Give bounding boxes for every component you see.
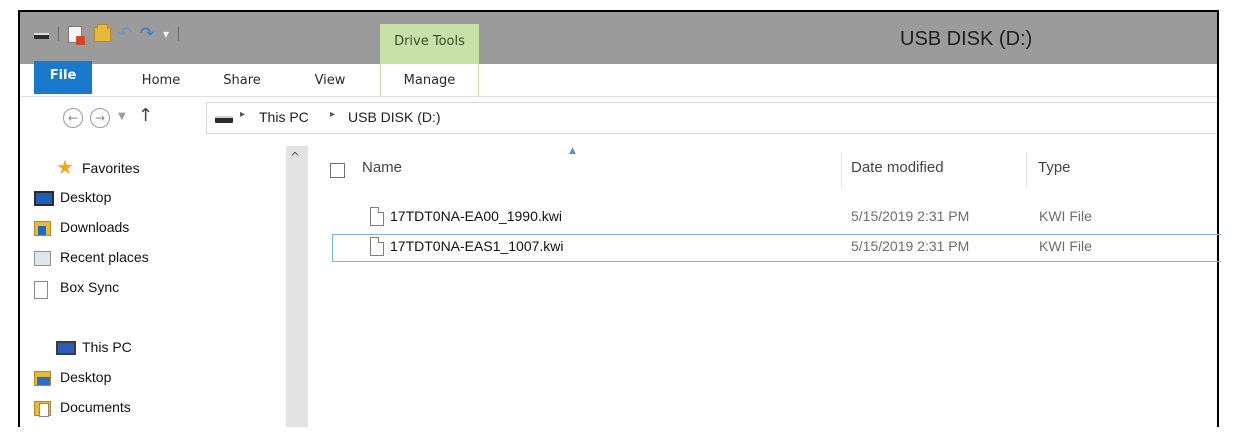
- window-title: USB DISK (D:): [900, 28, 1033, 50]
- drive-icon[interactable]: [34, 33, 49, 39]
- desktop-icon: [34, 191, 54, 206]
- column-divider[interactable]: [1026, 152, 1027, 188]
- breadcrumb-separator-icon[interactable]: ▸: [240, 109, 245, 120]
- toolbar-separator: [58, 27, 59, 41]
- customize-dropdown-icon[interactable]: ▾: [163, 27, 169, 41]
- sidebar-item-label: Desktop: [60, 369, 112, 385]
- sidebar-item-label: Desktop: [60, 189, 112, 205]
- sidebar-item-downloads[interactable]: Downloads: [34, 219, 130, 236]
- ribbon-tabs: File Home Share View Manage: [20, 61, 1217, 97]
- toolbar-separator: [178, 27, 180, 41]
- title-bar: ↶ ↷ ▾ Drive Tools USB DISK (D:): [20, 12, 1217, 64]
- sidebar-item-desktop[interactable]: Desktop: [34, 189, 112, 206]
- file-name[interactable]: 17TDT0NA-EA00_1990.kwi: [390, 208, 562, 224]
- sidebar-item-label: Favorites: [82, 160, 140, 176]
- sidebar-item-label: This PC: [82, 339, 132, 355]
- file-icon: [370, 207, 384, 226]
- back-button[interactable]: ←: [63, 108, 83, 128]
- column-divider[interactable]: [841, 152, 842, 188]
- desktop-folder-icon: [34, 371, 51, 386]
- select-all-checkbox[interactable]: [330, 163, 345, 178]
- column-header-row: Name ▲ Date modified Type: [320, 144, 1221, 188]
- properties-icon[interactable]: [68, 25, 85, 45]
- navigation-scrollbar[interactable]: ^: [286, 146, 308, 427]
- column-header-date-modified[interactable]: Date modified: [851, 159, 944, 176]
- contextual-tab-group: Drive Tools: [380, 24, 479, 64]
- navigation-bar: ← → ▼ ↑ ▸ This PC ▸ USB DISK (D:): [20, 98, 1217, 138]
- breadcrumb-this-pc[interactable]: This PC: [259, 109, 309, 125]
- drive-icon: [215, 116, 233, 123]
- file-name[interactable]: 17TDT0NA-EAS1_1007.kwi: [390, 238, 564, 254]
- sidebar-item-this-pc-desktop[interactable]: Desktop: [34, 369, 112, 386]
- sidebar-item-label: Downloads: [60, 219, 130, 235]
- tab-view[interactable]: View: [310, 64, 350, 97]
- tab-file[interactable]: File: [34, 61, 92, 94]
- address-bar[interactable]: ▸ This PC ▸ USB DISK (D:): [206, 102, 1217, 134]
- computer-icon: [56, 341, 76, 355]
- chevron-down-icon[interactable]: ▼: [118, 111, 126, 122]
- quick-access-toolbar: ↶ ↷ ▾: [34, 23, 182, 45]
- sidebar-item-this-pc[interactable]: This PC: [56, 339, 132, 355]
- file-list: Name ▲ Date modified Type 17TDT0NA-EA00_…: [320, 144, 1221, 427]
- sort-ascending-icon: ▲: [569, 146, 576, 156]
- downloads-icon: [34, 221, 51, 236]
- sidebar-item-documents[interactable]: Documents: [34, 399, 131, 417]
- tab-share[interactable]: Share: [218, 64, 266, 97]
- column-header-type[interactable]: Type: [1038, 159, 1071, 176]
- up-arrow-icon[interactable]: ↑: [138, 105, 153, 126]
- sidebar-item-label: Documents: [60, 399, 131, 415]
- file-row[interactable]: 17TDT0NA-EA00_1990.kwi 5/15/2019 2:31 PM…: [332, 204, 1221, 232]
- undo-icon[interactable]: ↶: [117, 26, 133, 43]
- new-folder-icon[interactable]: [94, 23, 111, 42]
- file-date-modified: 5/15/2019 2:31 PM: [851, 208, 970, 224]
- sidebar-item-favorites[interactable]: ★ Favorites: [56, 158, 140, 178]
- scroll-up-icon[interactable]: ^: [290, 150, 300, 164]
- forward-button[interactable]: →: [90, 108, 110, 128]
- breadcrumb-usb-disk[interactable]: USB DISK (D:): [348, 109, 441, 125]
- recent-places-icon: [34, 251, 51, 266]
- tab-manage[interactable]: Manage: [380, 64, 479, 97]
- file-type: KWI File: [1039, 208, 1092, 224]
- star-icon: ★: [56, 157, 74, 179]
- sidebar-item-box-sync[interactable]: Box Sync: [34, 279, 120, 299]
- redo-icon[interactable]: ↷: [139, 26, 155, 43]
- breadcrumb-separator-icon[interactable]: ▸: [330, 109, 335, 120]
- box-sync-icon: [34, 281, 48, 299]
- file-type: KWI File: [1039, 238, 1092, 254]
- sidebar-item-recent-places[interactable]: Recent places: [34, 249, 149, 266]
- documents-icon: [34, 401, 51, 417]
- file-row-focused[interactable]: 17TDT0NA-EAS1_1007.kwi 5/15/2019 2:31 PM…: [332, 234, 1221, 262]
- sidebar-item-label: Box Sync: [60, 279, 120, 295]
- column-header-name[interactable]: Name: [362, 159, 402, 176]
- tab-home[interactable]: Home: [138, 64, 184, 97]
- file-date-modified: 5/15/2019 2:31 PM: [851, 238, 970, 254]
- sidebar-item-label: Recent places: [60, 249, 149, 265]
- file-icon: [370, 237, 384, 256]
